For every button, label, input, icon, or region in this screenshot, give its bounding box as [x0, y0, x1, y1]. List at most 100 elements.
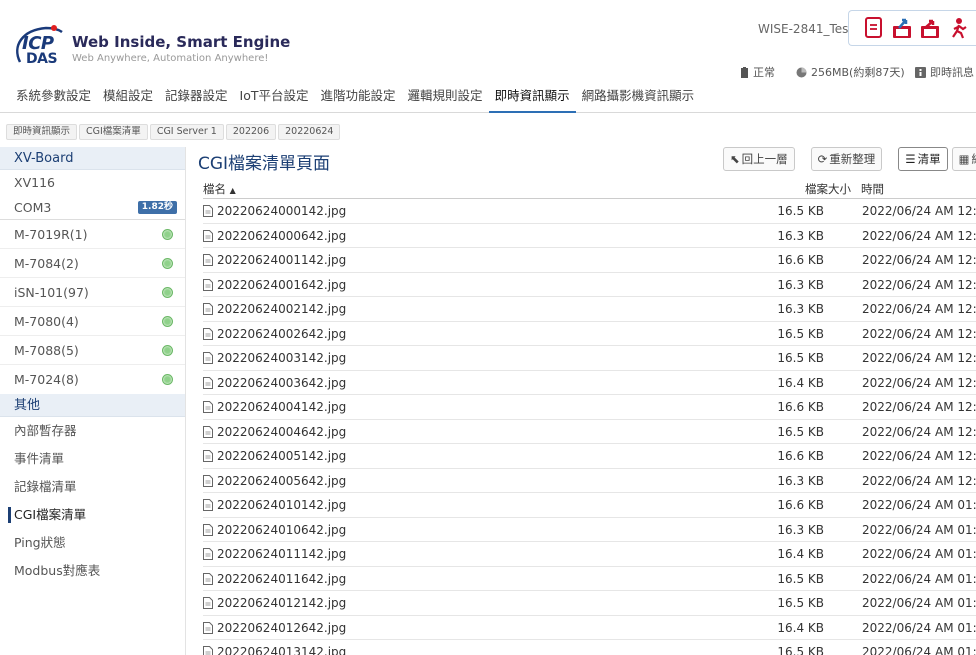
file-time: 2022/06/24 AM 12:16: [862, 277, 976, 292]
brand-subtitle: Web Anywhere, Automation Anywhere!: [72, 53, 269, 64]
sidebar-item-module[interactable]: M-7024(8): [0, 365, 185, 394]
nav-realtime-display[interactable]: 即時資訊顯示: [488, 83, 576, 113]
thumbnail-view-label: 縮圖: [971, 148, 976, 170]
table-row[interactable]: 20220624001142.jpg 16.6 KB 2022/06/24 AM 1…: [203, 248, 976, 273]
table-row[interactable]: 20220624001642.jpg 16.3 KB 2022/06/24 AM 1…: [203, 273, 976, 297]
file-name[interactable]: 20220624001142.jpg: [217, 253, 346, 267]
file-name[interactable]: 20220624005142.jpg: [217, 449, 346, 463]
logout-icon[interactable]: [947, 16, 969, 40]
file-name[interactable]: 20220624000642.jpg: [217, 229, 346, 243]
file-icon: [203, 254, 213, 266]
sidebar-item-module[interactable]: M-7088(5): [0, 336, 185, 365]
file-name[interactable]: 20220624003642.jpg: [217, 376, 346, 390]
file-name[interactable]: 20220624011642.jpg: [217, 572, 346, 586]
file-name[interactable]: 20220624000142.jpg: [217, 204, 346, 218]
breadcrumb-item[interactable]: 202206: [225, 124, 277, 140]
table-row[interactable]: 20220624002642.jpg 16.5 KB 2022/06/24 AM 1…: [203, 322, 976, 346]
sidebar-item-ping-status[interactable]: Ping狀態: [0, 529, 185, 557]
sidebar-item-module[interactable]: M-7080(4): [0, 307, 185, 336]
file-icon: [203, 376, 213, 389]
table-row[interactable]: 20220624013142.jpg 16.5 KB 2022/06/24 AM 0…: [203, 640, 976, 655]
nav-iot-settings[interactable]: IoT平台設定: [234, 83, 315, 113]
status-state: 正常: [753, 66, 775, 79]
file-icon: [203, 303, 213, 315]
file-name[interactable]: 20220624004642.jpg: [217, 425, 346, 439]
icpdas-logo[interactable]: ICP DAS: [12, 22, 64, 66]
file-name[interactable]: 20220624012142.jpg: [217, 596, 346, 610]
file-size: 16.3 KB: [777, 473, 824, 488]
table-row[interactable]: 20220624010642.jpg 16.3 KB 2022/06/24 AM 0…: [203, 518, 976, 542]
table-row[interactable]: 20220624012142.jpg 16.5 KB 2022/06/24 AM 0…: [203, 591, 976, 616]
sidebar-group-others[interactable]: 其他: [0, 394, 185, 417]
file-size: 16.3 KB: [777, 228, 824, 243]
file-name[interactable]: 20220624004142.jpg: [217, 400, 346, 414]
file-icon: [203, 646, 213, 655]
table-row[interactable]: 20220624003142.jpg 16.5 KB 2022/06/24 AM 1…: [203, 346, 976, 371]
file-time: 2022/06/24 AM 12:06: [862, 228, 976, 243]
sidebar-group-xvboard[interactable]: XV-Board: [0, 147, 185, 170]
file-name[interactable]: 20220624010642.jpg: [217, 523, 346, 537]
nav-system-settings[interactable]: 系統參數設定: [10, 83, 97, 113]
sidebar-item-module[interactable]: M-7019R(1): [0, 220, 185, 249]
sidebar-item-xv116[interactable]: XV116: [0, 170, 185, 195]
sidebar-item-com3[interactable]: COM3 1.82秒: [0, 195, 185, 220]
up-level-button[interactable]: ⬉ 回上一層: [723, 147, 795, 171]
nav-logic-rules[interactable]: 邏輯規則設定: [402, 83, 489, 113]
table-row[interactable]: 20220624004642.jpg 16.5 KB 2022/06/24 AM 1…: [203, 420, 976, 444]
file-name[interactable]: 20220624005642.jpg: [217, 474, 346, 488]
sidebar-item-event-list[interactable]: 事件清單: [0, 445, 185, 473]
file-size: 16.4 KB: [777, 620, 824, 635]
table-row[interactable]: 20220624011642.jpg 16.5 KB 2022/06/24 AM 0…: [203, 567, 976, 591]
file-name[interactable]: 20220624001642.jpg: [217, 278, 346, 292]
column-header-time[interactable]: 時間: [861, 181, 884, 197]
file-name[interactable]: 20220624010142.jpg: [217, 498, 346, 512]
breadcrumb-item[interactable]: 20220624: [278, 124, 341, 140]
table-row[interactable]: 20220624010142.jpg 16.6 KB 2022/06/24 AM 0…: [203, 493, 976, 518]
thumbnail-view-button[interactable]: ▦ 縮圖: [951, 147, 976, 171]
sidebar-item-internal-registers[interactable]: 內部暫存器: [0, 417, 185, 445]
file-name[interactable]: 20220624002142.jpg: [217, 302, 346, 316]
file-name[interactable]: 20220624012642.jpg: [217, 621, 346, 635]
sidebar-item-module[interactable]: iSN-101(97): [0, 278, 185, 307]
table-row[interactable]: 20220624004142.jpg 16.6 KB 2022/06/24 AM 1…: [203, 395, 976, 420]
breadcrumb-item[interactable]: CGI檔案清單: [79, 124, 148, 140]
breadcrumb-item[interactable]: CGI Server 1: [149, 124, 224, 140]
page-icon[interactable]: [863, 16, 885, 40]
table-row[interactable]: 20220624005142.jpg 16.6 KB 2022/06/24 AM 1…: [203, 444, 976, 469]
table-row[interactable]: 20220624000142.jpg 16.5 KB 2022/06/24 AM 1…: [203, 199, 976, 224]
file-name[interactable]: 20220624003142.jpg: [217, 351, 346, 365]
sidebar-item-log-list[interactable]: 記錄檔清單: [0, 473, 185, 501]
file-name[interactable]: 20220624002642.jpg: [217, 327, 346, 341]
sidebar-item-modbus-table[interactable]: Modbus對應表: [0, 557, 185, 585]
sidebar-item-cgi-file-list[interactable]: CGI檔案清單: [0, 501, 185, 529]
main-nav: 系統參數設定 模組設定 記錄器設定 IoT平台設定 進階功能設定 邏輯規則設定 …: [0, 83, 976, 113]
nav-advanced-settings[interactable]: 進階功能設定: [315, 83, 402, 113]
upload-icon[interactable]: [891, 16, 913, 40]
sidebar-item-module[interactable]: M-7084(2): [0, 249, 185, 278]
column-header-name[interactable]: 檔名 ▲: [203, 181, 236, 197]
file-time: 2022/06/24 AM 12:56: [862, 473, 976, 488]
table-row[interactable]: 20220624012642.jpg 16.4 KB 2022/06/24 AM 0…: [203, 616, 976, 640]
brand-title: Web Inside, Smart Engine: [72, 33, 291, 51]
table-row[interactable]: 20220624011142.jpg 16.4 KB 2022/06/24 AM 0…: [203, 542, 976, 567]
file-icon: [203, 572, 213, 585]
battery-icon: [741, 66, 748, 78]
column-header-size[interactable]: 檔案大小: [805, 181, 851, 197]
file-time: 2022/06/24 AM 12:31: [862, 351, 976, 365]
table-row[interactable]: 20220624003642.jpg 16.4 KB 2022/06/24 AM 1…: [203, 371, 976, 395]
file-name[interactable]: 20220624011142.jpg: [217, 547, 346, 561]
sidebar-item-label: M-7019R(1): [14, 227, 88, 242]
nav-module-settings[interactable]: 模組設定: [97, 83, 159, 113]
export-icon[interactable]: [919, 16, 941, 40]
breadcrumb-item[interactable]: 即時資訊顯示: [6, 124, 78, 140]
list-view-button[interactable]: ☰ 清單: [898, 147, 948, 171]
file-name[interactable]: 20220624013142.jpg: [217, 645, 346, 655]
nav-camera-display[interactable]: 網路攝影機資訊顯示: [576, 83, 701, 113]
nav-logger-settings[interactable]: 記錄器設定: [159, 83, 234, 113]
file-list: 20220624000142.jpg 16.5 KB 2022/06/24 AM 1…: [203, 199, 976, 655]
table-row[interactable]: 20220624002142.jpg 16.3 KB 2022/06/24 AM 1…: [203, 297, 976, 322]
table-row[interactable]: 20220624000642.jpg 16.3 KB 2022/06/24 AM 1…: [203, 224, 976, 248]
table-row[interactable]: 20220624005642.jpg 16.3 KB 2022/06/24 AM 1…: [203, 469, 976, 493]
status-realtime[interactable]: 即時訊息: [915, 64, 974, 80]
refresh-button[interactable]: ⟳ 重新整理: [810, 147, 883, 171]
